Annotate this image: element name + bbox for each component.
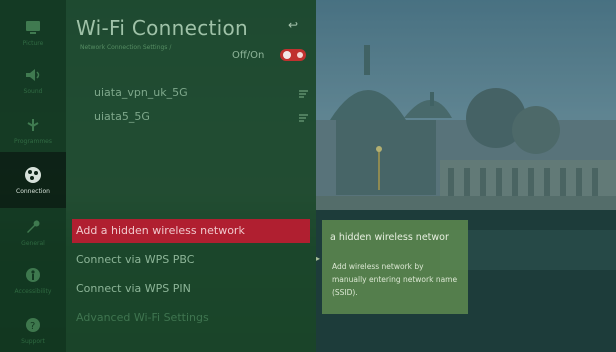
rail-label: Picture <box>22 39 44 47</box>
help-tooltip: a hidden wireless networ Add wireless ne… <box>322 220 468 314</box>
tooltip-title: a hidden wireless networ <box>330 232 449 243</box>
rail-label: Support <box>21 337 45 345</box>
back-icon[interactable]: ↩ <box>288 18 298 32</box>
wifi-toggle-label: Off/On <box>232 50 265 61</box>
rail-item-programmes[interactable]: Programmes <box>0 102 66 158</box>
wrench-icon <box>24 218 42 236</box>
toggle-indicator <box>297 52 303 58</box>
wps-pin-button[interactable]: Connect via WPS PIN <box>72 277 310 301</box>
add-hidden-network-button[interactable]: Add a hidden wireless network <box>72 219 310 243</box>
speaker-icon <box>24 66 42 84</box>
rail-label: Sound <box>23 87 43 95</box>
rail-item-support[interactable]: ? Support <box>0 302 66 352</box>
advanced-wifi-settings-button[interactable]: Advanced Wi-Fi Settings <box>72 306 310 330</box>
accessibility-icon <box>24 266 42 284</box>
wps-pbc-button[interactable]: Connect via WPS PBC <box>72 248 310 272</box>
picture-icon <box>24 18 42 36</box>
support-icon: ? <box>24 316 42 334</box>
rail-label: Connection <box>16 187 50 195</box>
rail-label: Programmes <box>14 137 52 145</box>
rail-item-accessibility[interactable]: Accessibility <box>0 252 66 308</box>
rail-label: General <box>21 239 45 247</box>
category-rail: Picture Sound Programmes Connection Gene… <box>0 0 66 352</box>
rail-item-connection[interactable]: Connection <box>0 152 66 208</box>
tv-settings-screen: Picture Sound Programmes Connection Gene… <box>0 0 616 352</box>
rail-item-sound[interactable]: Sound <box>0 52 66 108</box>
breadcrumb: Network Connection Settings / <box>80 44 172 51</box>
tooltip-body: Add wireless network by manually enterin… <box>332 262 458 297</box>
rail-label: Accessibility <box>14 287 52 295</box>
wifi-toggle[interactable] <box>280 49 306 61</box>
svg-text:?: ? <box>30 321 35 332</box>
wifi-lock-icon <box>298 114 308 124</box>
toggle-knob <box>283 51 291 59</box>
antenna-icon <box>24 116 42 134</box>
wifi-settings-panel: Wi-Fi Connection ↩ Network Connection Se… <box>66 0 316 352</box>
tooltip-pointer: ▸ <box>316 254 321 263</box>
wifi-lock-icon <box>298 90 308 100</box>
network-item[interactable]: uiata_vpn_uk_5G <box>94 86 188 99</box>
page-title: Wi-Fi Connection <box>76 16 249 40</box>
network-item[interactable]: uiata5_5G <box>94 110 150 123</box>
globe-icon <box>24 166 42 184</box>
